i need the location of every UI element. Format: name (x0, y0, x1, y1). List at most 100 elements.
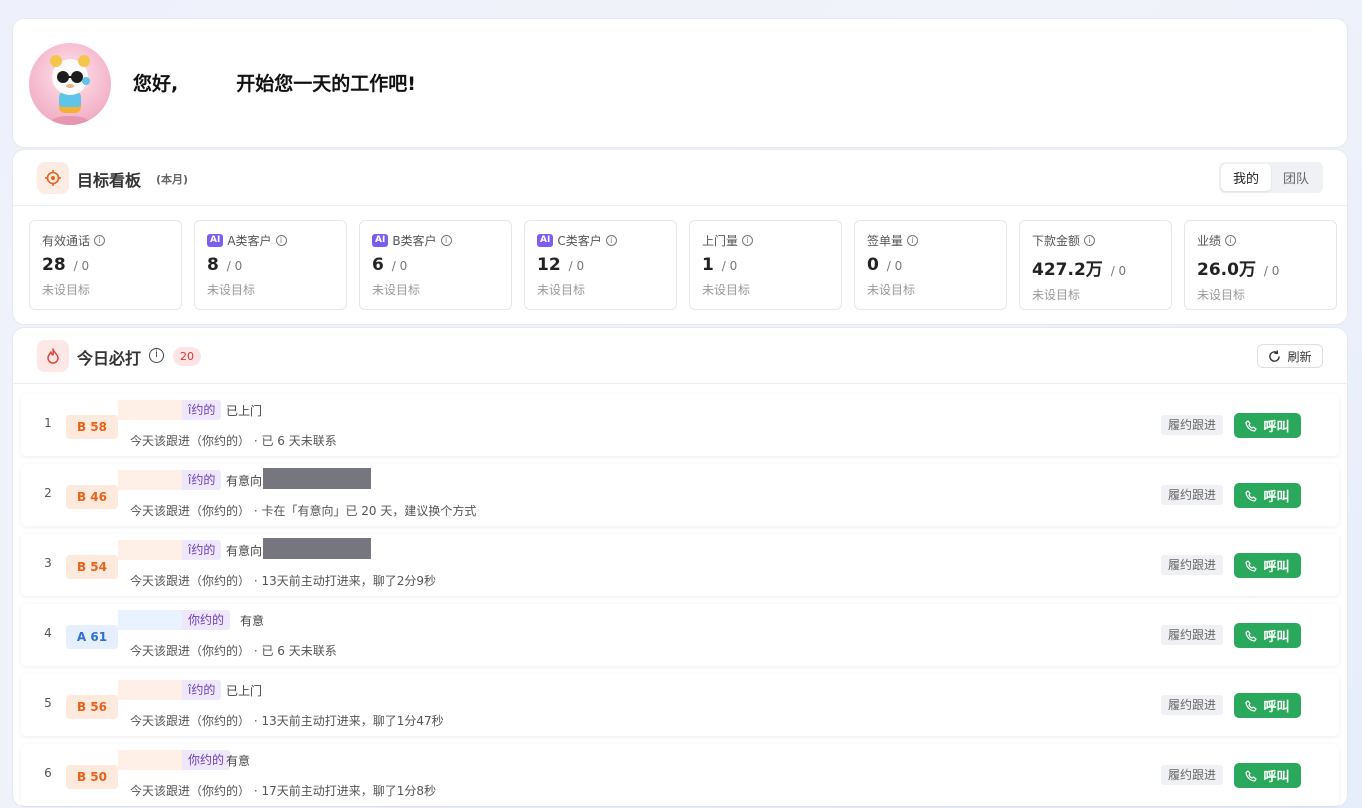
info-icon[interactable]: i (440, 234, 452, 246)
metric-card[interactable]: AI A类客户 i 8 / 0 未设目标 (194, 220, 347, 310)
owner-tag: 你约的 (182, 750, 231, 770)
toggle-mine[interactable]: 我的 (1221, 164, 1271, 191)
followup-reason: 今天该跟进（你约的） · 已 6 天未联系 (130, 434, 337, 448)
metric-value-row: 6 / 0 (372, 255, 499, 275)
info-icon[interactable]: i (907, 234, 919, 246)
metric-label: C类客户 (557, 233, 602, 248)
phone-icon (1245, 559, 1258, 572)
customer-status: 已上门 (226, 684, 263, 698)
call-button[interactable]: 呼叫 (1234, 413, 1301, 438)
greeting-card: 您好, 开始您一天的工作吧! (12, 18, 1348, 148)
metric-label: 上门量 (702, 233, 739, 248)
greeting-text: 您好, 开始您一天的工作吧! (133, 69, 416, 96)
scope-toggle: 我的 团队 (1219, 162, 1323, 193)
metric-target: / 0 (73, 259, 90, 273)
refresh-button[interactable]: 刷新 (1257, 344, 1323, 368)
target-board: 目标看板 (本月) 我的 团队 有效通话 i 28 / 0 未设目标 AI A类客户 i 8 … (12, 149, 1348, 325)
board-period: (本月) (156, 173, 189, 186)
call-button[interactable]: 呼叫 (1234, 693, 1301, 718)
followup-reason: 今天该跟进（你约的） · 13天前主动打进来，聊了1分47秒 (130, 714, 444, 728)
call-button[interactable]: 呼叫 (1234, 483, 1301, 508)
metric-list: 有效通话 i 28 / 0 未设目标 AI A类客户 i 8 / 0 未设目标 AI B类客户 i 6 … (29, 220, 1337, 310)
row-index: 6 (44, 766, 52, 780)
metric-target: / 0 (886, 259, 903, 273)
info-icon[interactable]: i (275, 234, 287, 246)
owner-tag: î约的 (182, 470, 222, 490)
refresh-icon (1269, 349, 1281, 362)
call-button[interactable]: 呼叫 (1234, 623, 1301, 648)
metric-label-row: AI A类客户 i (207, 231, 334, 249)
call-label: 呼叫 (1263, 490, 1290, 505)
call-row[interactable]: 2 B 46 î约的 有意向 今天该跟进（你约的） · 卡在「有意向」已 20 天，建议… (21, 464, 1339, 526)
metric-value: 6 (372, 255, 384, 275)
call-row[interactable]: 3 B 54 î约的 有意向 今天该跟进（你约的） · 13天前主动打进来，聊了2分9秒… (21, 534, 1339, 596)
metric-target: / 0 (721, 259, 738, 273)
followup-reason: 今天该跟进（你约的） · 17天前主动打进来，聊了1分8秒 (130, 784, 436, 798)
call-button[interactable]: 呼叫 (1234, 553, 1301, 578)
metric-target: / 0 (226, 259, 243, 273)
call-row[interactable]: 5 B 56 î约的 已上门 今天该跟进（你约的） · 13天前主动打进来，聊了1分47… (21, 674, 1339, 736)
follow-tag: 履约跟进 (1160, 555, 1223, 575)
metric-card[interactable]: 签单量 i 0 / 0 未设目标 (854, 220, 1007, 310)
phone-icon (1245, 769, 1258, 782)
customer-status: 有意 (226, 754, 251, 768)
avatar-image (50, 55, 90, 125)
follow-tag: 履约跟进 (1160, 415, 1223, 435)
customer-name-redacted[interactable] (118, 610, 182, 630)
metric-card[interactable]: AI C类客户 i 12 / 0 未设目标 (524, 220, 677, 310)
followup-reason: 今天该跟进（你约的） · 13天前主动打进来，聊了2分9秒 (130, 574, 436, 588)
metric-card[interactable]: 下款金额 i 427.2万 / 0 未设目标 (1019, 220, 1172, 310)
avatar[interactable] (29, 43, 111, 125)
metric-card[interactable]: AI B类客户 i 6 / 0 未设目标 (359, 220, 512, 310)
call-label: 呼叫 (1263, 560, 1290, 575)
call-row[interactable]: 1 B 58 î约的 已上门今天该跟进（你约的） · 已 6 天未联系 履约跟进 呼叫 (21, 394, 1339, 456)
grade-badge: B 54 (66, 555, 118, 579)
calls-header: 今日必打 i 20 刷新 (13, 328, 1347, 384)
call-row[interactable]: 4 A 61 你约的 有意 今天该跟进（你约的） · 已 6 天未联系 履约跟进 呼叫 (21, 604, 1339, 666)
grade-badge: B 46 (66, 485, 118, 509)
calls-title: 今日必打 (77, 349, 142, 368)
info-icon[interactable]: i (149, 348, 164, 363)
follow-tag: 履约跟进 (1160, 765, 1223, 785)
metric-card[interactable]: 上门量 i 1 / 0 未设目标 (689, 220, 842, 310)
phone-icon (1245, 419, 1258, 432)
board-header: 目标看板 (本月) 我的 团队 (13, 150, 1347, 206)
info-icon[interactable]: i (1084, 234, 1096, 246)
metric-label-row: 有效通话 i (42, 231, 169, 249)
calls-count-badge: 20 (173, 347, 201, 366)
metric-value-row: 0 / 0 (867, 255, 994, 275)
metric-target: / 0 (568, 259, 585, 273)
customer-status: 已上门 (226, 404, 263, 418)
metric-label-row: 上门量 i (702, 231, 829, 249)
info-icon[interactable]: i (94, 234, 106, 246)
call-button[interactable]: 呼叫 (1234, 763, 1301, 788)
metric-target: / 0 (391, 259, 408, 273)
grade-badge: B 50 (66, 765, 118, 789)
redacted-block (263, 468, 371, 489)
metric-target: / 0 (1110, 264, 1127, 278)
ai-badge: AI (207, 233, 224, 247)
owner-tag: î约的 (182, 400, 222, 420)
metric-value: 28 (42, 255, 66, 275)
toggle-team[interactable]: 团队 (1271, 164, 1321, 191)
metric-label: 业绩 (1197, 233, 1222, 248)
info-icon[interactable]: i (1225, 234, 1237, 246)
flame-icon (37, 340, 69, 372)
metric-value-row: 427.2万 / 0 (1032, 255, 1159, 280)
row-index: 1 (44, 416, 52, 430)
info-icon[interactable]: i (742, 234, 754, 246)
metric-note: 未设目标 (867, 283, 916, 297)
followup-reason: 今天该跟进（你约的） · 卡在「有意向」已 20 天，建议换个方式 (130, 504, 477, 518)
ai-badge: AI (372, 233, 389, 247)
metric-value: 12 (537, 255, 561, 275)
board-title: 目标看板 (77, 171, 142, 190)
grade-badge: B 58 (66, 415, 118, 439)
call-row[interactable]: 6 B 50 你约的 有意今天该跟进（你约的） · 17天前主动打进来，聊了1分8秒 履… (21, 744, 1339, 806)
metric-card[interactable]: 有效通话 i 28 / 0 未设目标 (29, 220, 182, 310)
grade-badge: B 56 (66, 695, 118, 719)
row-index: 2 (44, 486, 52, 500)
phone-icon (1245, 699, 1258, 712)
call-label: 呼叫 (1263, 420, 1290, 435)
metric-card[interactable]: 业绩 i 26.0万 / 0 未设目标 (1184, 220, 1337, 310)
info-icon[interactable]: i (605, 234, 617, 246)
